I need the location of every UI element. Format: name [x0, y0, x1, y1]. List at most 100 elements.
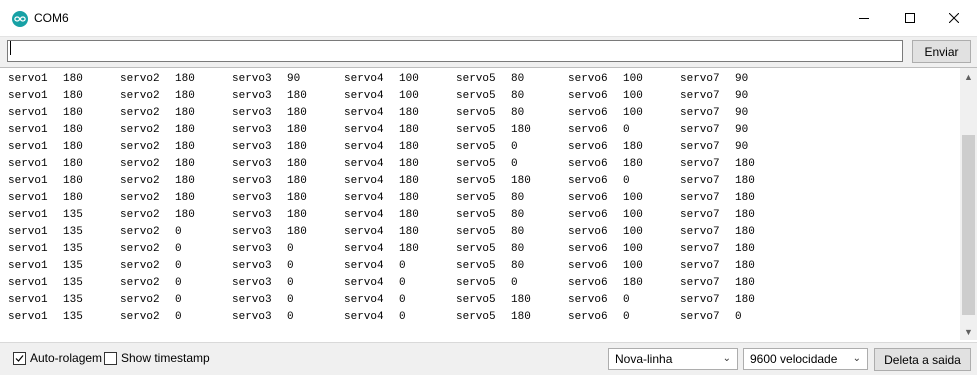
baud-rate-select[interactable]: 9600 velocidade ⌄ [743, 348, 868, 370]
servo-label: servo7 [680, 260, 720, 272]
servo-value: 180 [175, 90, 195, 102]
servo-value: 100 [623, 209, 643, 221]
servo-value: 90 [735, 73, 749, 85]
servo-label: servo2 [120, 243, 160, 255]
servo-value: 0 [511, 277, 518, 289]
servo-label: servo4 [344, 158, 384, 170]
send-button[interactable]: Enviar [912, 40, 971, 63]
servo-label: servo3 [232, 158, 272, 170]
servo-value: 80 [511, 73, 525, 85]
send-input[interactable] [7, 40, 903, 62]
servo-label: servo3 [232, 294, 272, 306]
servo-label: servo4 [344, 260, 384, 272]
servo-value: 180 [175, 124, 195, 136]
servo-label: servo2 [120, 90, 160, 102]
servo-value: 180 [399, 243, 419, 255]
servo-label: servo2 [120, 209, 160, 221]
servo-label: servo1 [8, 90, 48, 102]
servo-value: 80 [511, 90, 525, 102]
servo-label: servo5 [456, 175, 496, 187]
servo-label: servo1 [8, 124, 48, 136]
servo-label: servo6 [568, 141, 608, 153]
title-bar: COM6 [0, 0, 977, 36]
servo-label: servo7 [680, 175, 720, 187]
timestamp-checkbox[interactable] [104, 352, 117, 365]
servo-value: 0 [399, 277, 406, 289]
scroll-up-icon[interactable]: ▲ [960, 68, 977, 85]
servo-label: servo1 [8, 260, 48, 272]
servo-label: servo4 [344, 294, 384, 306]
servo-label: servo2 [120, 73, 160, 85]
vertical-scrollbar[interactable]: ▲ ▼ [960, 68, 977, 340]
servo-label: servo5 [456, 107, 496, 119]
servo-value: 180 [735, 158, 755, 170]
servo-value: 135 [63, 294, 83, 306]
servo-value: 180 [399, 158, 419, 170]
servo-value: 0 [511, 141, 518, 153]
servo-label: servo4 [344, 209, 384, 221]
servo-value: 0 [511, 158, 518, 170]
servo-label: servo2 [120, 294, 160, 306]
servo-label: servo1 [8, 192, 48, 204]
servo-label: servo2 [120, 192, 160, 204]
servo-label: servo4 [344, 277, 384, 289]
servo-value: 90 [735, 90, 749, 102]
servo-label: servo3 [232, 90, 272, 102]
minimize-button[interactable] [841, 0, 887, 36]
servo-value: 100 [623, 260, 643, 272]
serial-output[interactable]: servo1 180 servo2 180 servo3 90 servo4 100 servo… [3, 68, 959, 340]
servo-label: servo7 [680, 294, 720, 306]
servo-value: 180 [399, 141, 419, 153]
servo-label: servo7 [680, 158, 720, 170]
autoscroll-checkbox[interactable] [13, 352, 26, 365]
status-bar: Auto-rolagem Show timestamp Nova-linha ⌄… [0, 342, 977, 375]
servo-value: 0 [623, 294, 630, 306]
servo-label: servo3 [232, 277, 272, 289]
servo-value: 180 [175, 141, 195, 153]
checkmark-icon [15, 355, 24, 362]
servo-label: servo2 [120, 311, 160, 323]
servo-label: servo5 [456, 124, 496, 136]
servo-label: servo2 [120, 260, 160, 272]
scroll-thumb[interactable] [962, 135, 975, 315]
arduino-infinity-icon [12, 11, 28, 27]
servo-value: 100 [623, 226, 643, 238]
servo-value: 180 [175, 209, 195, 221]
servo-label: servo5 [456, 294, 496, 306]
servo-value: 80 [511, 260, 525, 272]
servo-value: 180 [175, 107, 195, 119]
servo-label: servo4 [344, 107, 384, 119]
clear-output-button[interactable]: Deleta a saida [874, 348, 971, 371]
servo-value: 180 [63, 73, 83, 85]
servo-label: servo1 [8, 294, 48, 306]
servo-value: 0 [287, 311, 294, 323]
line-ending-select[interactable]: Nova-linha ⌄ [608, 348, 738, 370]
servo-label: servo3 [232, 243, 272, 255]
maximize-button[interactable] [887, 0, 933, 36]
servo-label: servo1 [8, 107, 48, 119]
servo-value: 180 [623, 141, 643, 153]
servo-label: servo6 [568, 175, 608, 187]
servo-label: servo6 [568, 73, 608, 85]
servo-value: 180 [175, 192, 195, 204]
servo-label: servo4 [344, 311, 384, 323]
servo-value: 180 [511, 175, 531, 187]
servo-label: servo3 [232, 226, 272, 238]
servo-value: 80 [511, 107, 525, 119]
servo-label: servo2 [120, 158, 160, 170]
servo-value: 0 [175, 226, 182, 238]
servo-label: servo4 [344, 226, 384, 238]
servo-label: servo7 [680, 73, 720, 85]
scroll-down-icon[interactable]: ▼ [960, 323, 977, 340]
servo-value: 180 [63, 107, 83, 119]
close-button[interactable] [931, 0, 977, 36]
servo-value: 0 [175, 277, 182, 289]
line-ending-value: Nova-linha [615, 352, 673, 366]
servo-label: servo4 [344, 90, 384, 102]
servo-value: 0 [175, 294, 182, 306]
servo-value: 180 [63, 124, 83, 136]
servo-value: 180 [287, 90, 307, 102]
servo-label: servo1 [8, 141, 48, 153]
servo-value: 80 [511, 243, 525, 255]
servo-value: 180 [63, 192, 83, 204]
